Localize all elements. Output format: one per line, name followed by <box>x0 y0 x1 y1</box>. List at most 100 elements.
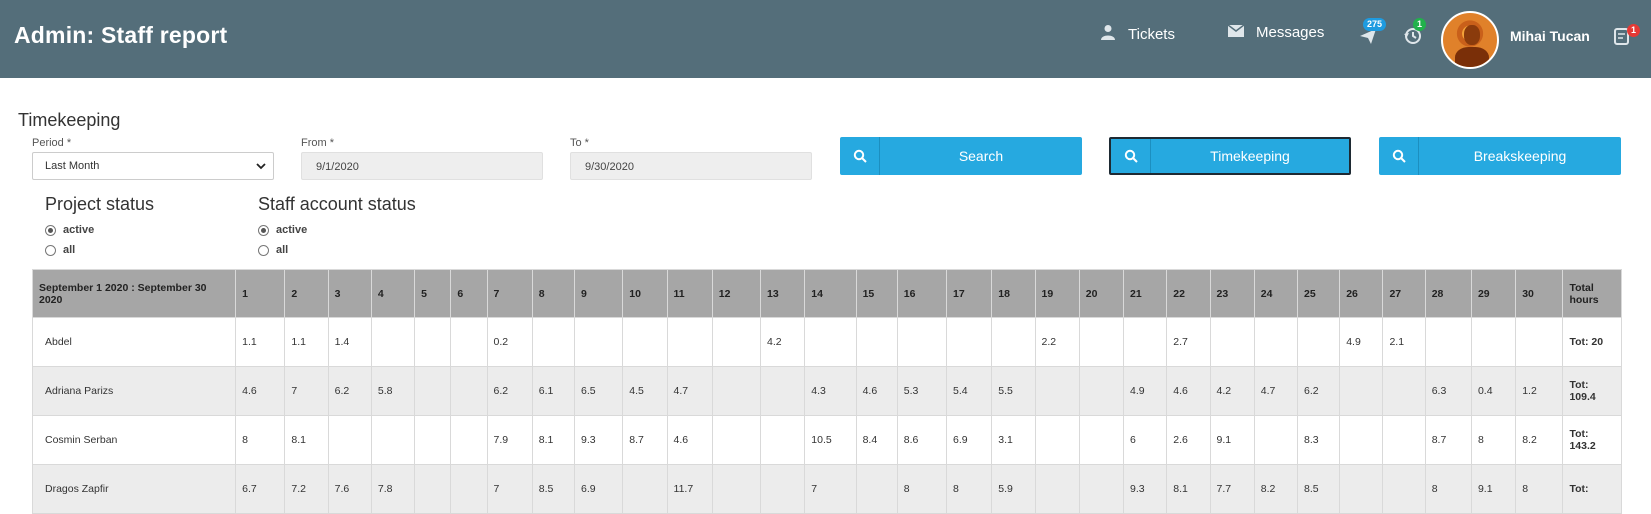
project-status-title: Project status <box>45 194 155 214</box>
hours-cell: 9.3 <box>573 415 624 465</box>
to-date-input[interactable]: 9/30/2020 <box>570 152 812 180</box>
hours-cell: 8.2 <box>1253 464 1298 514</box>
project-status-all-radio[interactable]: all <box>45 244 75 256</box>
hours-cell: 4.3 <box>804 366 857 416</box>
avatar[interactable] <box>1441 11 1499 69</box>
hours-cell: 6.9 <box>573 464 624 514</box>
timekeeping-button[interactable]: Timekeeping <box>1109 137 1351 175</box>
hours-cell <box>760 366 806 416</box>
radio-checked-icon <box>258 224 269 236</box>
hours-cell: 9.1 <box>1470 464 1517 514</box>
staff-name-cell: Adriana Parizs <box>31 366 237 416</box>
hours-cell <box>711 415 762 465</box>
hours-cell <box>1078 317 1125 367</box>
hours-cell: 4.2 <box>760 317 806 367</box>
day-header: 7 <box>486 269 533 318</box>
hours-cell: 6.9 <box>946 415 993 465</box>
search-icon <box>840 137 880 175</box>
hours-cell: 1.4 <box>327 317 372 367</box>
breakskeeping-button[interactable]: Breakskeeping <box>1379 137 1621 175</box>
hours-cell <box>991 317 1036 367</box>
hours-cell: 2.1 <box>1382 317 1426 367</box>
hours-cell: 6 <box>1123 415 1168 465</box>
radio-unchecked-icon <box>258 244 269 256</box>
day-header: 2 <box>284 269 329 318</box>
hours-cell <box>1253 415 1298 465</box>
search-button-label: Search <box>958 148 1004 164</box>
hours-cell <box>855 317 898 367</box>
day-header: 23 <box>1209 269 1255 318</box>
hours-cell: 2.2 <box>1034 317 1080 367</box>
envelope-icon <box>1227 24 1245 41</box>
day-header: 13 <box>760 269 806 318</box>
day-header: 29 <box>1470 269 1517 318</box>
day-header: 26 <box>1339 269 1384 318</box>
hours-cell: 4.6 <box>235 366 286 416</box>
top-bar: Admin: Staff report Tickets Messages 275… <box>0 0 1651 78</box>
hours-cell: 6.3 <box>1424 366 1472 416</box>
hours-cell: 5.5 <box>991 366 1036 416</box>
hours-cell <box>450 415 488 465</box>
hours-cell: 8.6 <box>896 415 948 465</box>
hours-cell: 8 <box>946 464 993 514</box>
messages-label: Messages <box>1256 24 1325 41</box>
hours-cell: 0.4 <box>1470 366 1517 416</box>
table-row: Adriana Parizs 4.6 7 6.2 5.8 6.2 6.1 6.5 4.5 4.7 4… <box>31 366 1622 416</box>
day-header: 1 <box>235 269 286 318</box>
hours-cell <box>760 415 806 465</box>
tickets-link[interactable]: Tickets <box>1100 24 1175 44</box>
hours-cell: 1.2 <box>1515 366 1564 416</box>
hours-cell: 8.4 <box>855 415 898 465</box>
search-button[interactable]: Search <box>840 137 1082 175</box>
hours-cell: 7.8 <box>370 464 416 514</box>
table-row: Abdel 1.1 1.1 1.4 0.2 4.2 2.2 2.7 4.9 2.1 Tot: 20 <box>31 317 1622 367</box>
staff-account-status-title: Staff account status <box>258 194 416 214</box>
hours-cell: 7.9 <box>486 415 533 465</box>
messages-link[interactable]: Messages <box>1227 24 1325 41</box>
period-header: September 1 2020 : September 30 2020 <box>31 269 237 318</box>
day-header: 5 <box>414 269 452 318</box>
day-header: 30 <box>1515 269 1564 318</box>
hours-cell <box>1296 317 1341 367</box>
hours-cell: 7.6 <box>327 464 372 514</box>
hours-cell <box>531 317 576 367</box>
hours-cell <box>855 464 898 514</box>
day-header: 27 <box>1382 269 1426 318</box>
hours-cell: 4.9 <box>1123 366 1168 416</box>
project-status-active-radio[interactable]: active <box>45 224 94 236</box>
hours-cell <box>1253 317 1298 367</box>
staff-status-active-radio[interactable]: active <box>258 224 307 236</box>
hours-cell: 10.5 <box>804 415 857 465</box>
from-date-input[interactable]: 9/1/2020 <box>301 152 543 180</box>
hours-cell: 4.2 <box>1209 366 1255 416</box>
history-count-badge: 1 <box>1413 18 1427 31</box>
staff-status-all-radio[interactable]: all <box>258 244 288 256</box>
period-select[interactable]: Last Month <box>32 152 274 180</box>
hours-cell <box>1123 317 1168 367</box>
hours-cell: 4.5 <box>622 366 668 416</box>
hours-cell: 5.4 <box>946 366 993 416</box>
hours-cell: 8 <box>235 415 286 465</box>
hours-cell: 9.3 <box>1123 464 1168 514</box>
hours-cell <box>1339 464 1384 514</box>
hours-cell: 7.7 <box>1209 464 1255 514</box>
hours-cell: 6.2 <box>1296 366 1341 416</box>
hours-cell: 7 <box>284 366 329 416</box>
hours-cell <box>622 317 668 367</box>
total-hours-cell: Tot: <box>1562 464 1622 514</box>
search-icon <box>1111 139 1151 173</box>
hours-cell <box>1078 366 1125 416</box>
staff-status-active-label: active <box>276 224 308 236</box>
hours-cell: 2.7 <box>1166 317 1211 367</box>
day-header: 24 <box>1253 269 1298 318</box>
timekeeping-table: September 1 2020 : September 30 2020 1 2 3 4… <box>31 269 1622 514</box>
day-header: 15 <box>855 269 898 318</box>
user-name[interactable]: Mihai Tucan <box>1510 28 1590 44</box>
day-header: 25 <box>1296 269 1341 318</box>
hours-cell <box>1382 415 1426 465</box>
hours-cell <box>666 317 713 367</box>
hours-cell <box>896 317 948 367</box>
hours-cell: 8.5 <box>1296 464 1341 514</box>
table-header-row: September 1 2020 : September 30 2020 1 2 3 4… <box>31 269 1622 318</box>
day-header: 8 <box>531 269 576 318</box>
